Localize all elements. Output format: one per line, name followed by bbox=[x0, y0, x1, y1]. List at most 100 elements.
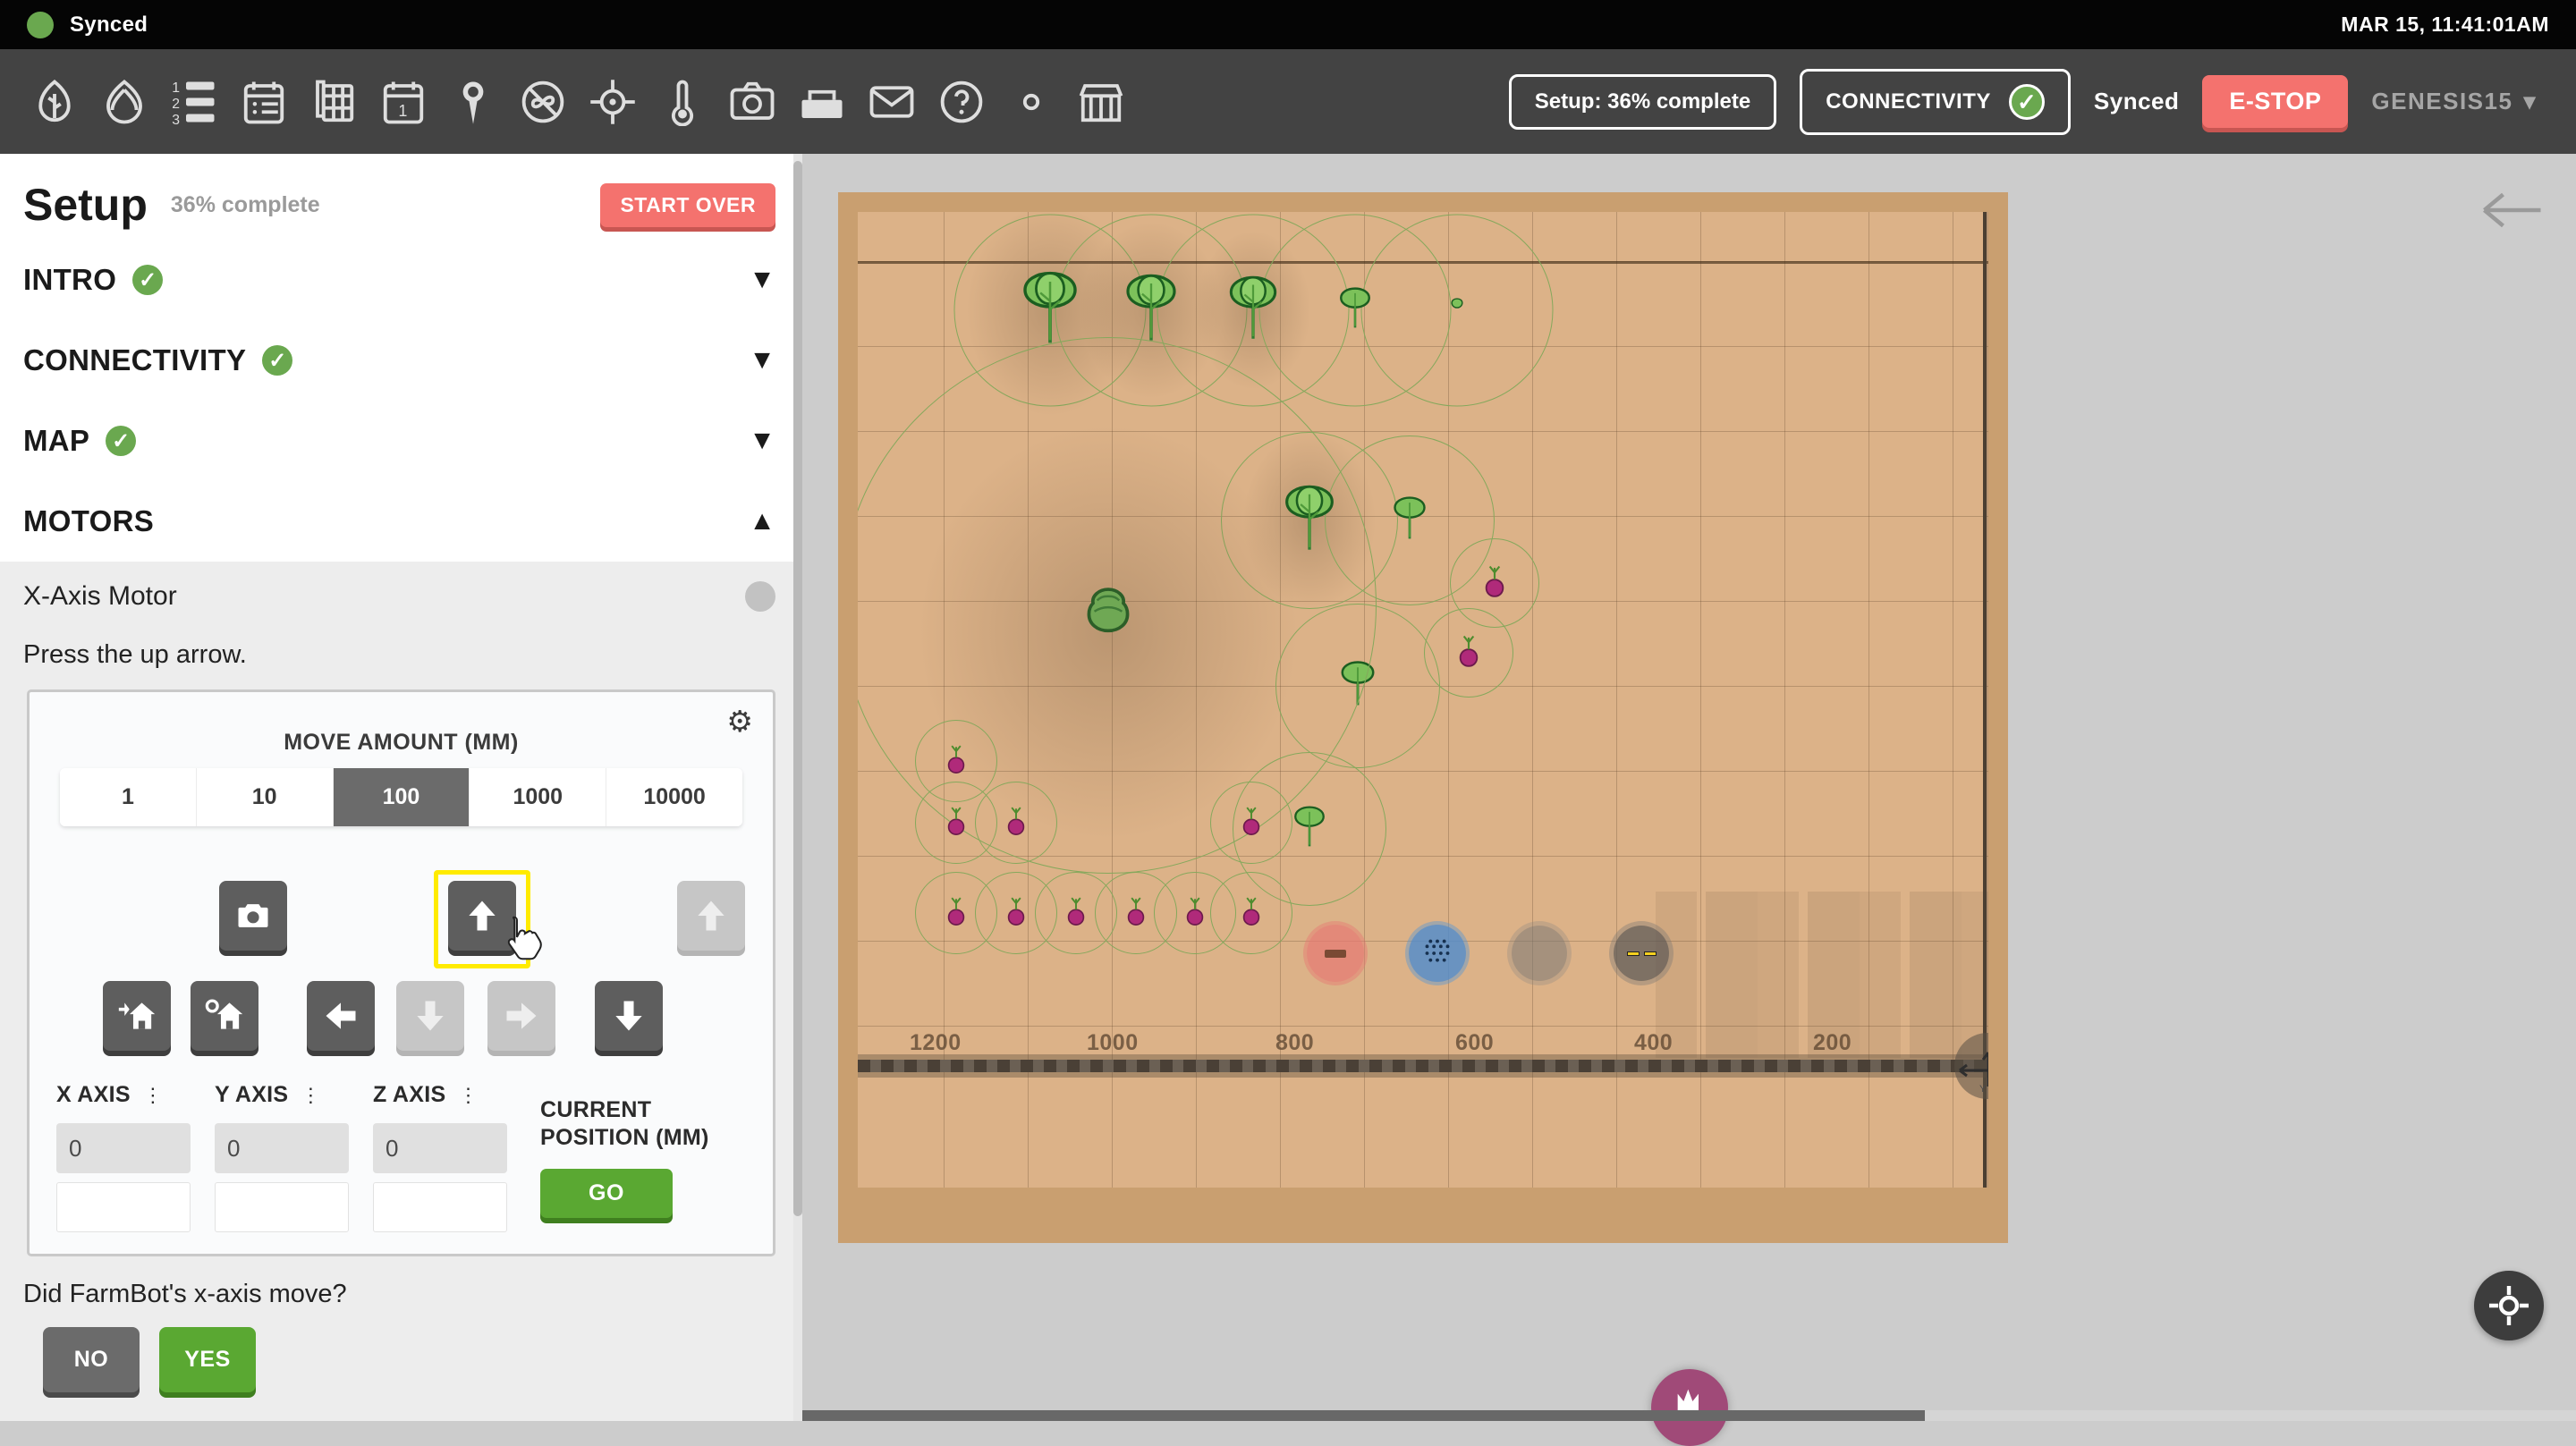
ordered-list-icon[interactable]: 1 2 3 bbox=[159, 67, 229, 137]
messages-envelope-icon[interactable] bbox=[857, 67, 927, 137]
motor-step-status-dot[interactable] bbox=[745, 581, 775, 612]
panel-scrollbar-track[interactable] bbox=[793, 154, 802, 1421]
curves-icon[interactable] bbox=[299, 67, 369, 137]
plant-spinach[interactable] bbox=[1224, 275, 1283, 346]
soil-area[interactable]: 1000 800 600 400 200 1200 1000 800 600 4… bbox=[858, 212, 1988, 1188]
back-arrow-icon[interactable] bbox=[2481, 185, 2544, 235]
y-axis-input[interactable] bbox=[215, 1182, 349, 1232]
yes-button[interactable]: YES bbox=[159, 1327, 256, 1392]
plant-spinach[interactable] bbox=[1336, 287, 1374, 334]
map-horizontal-scrollbar-track[interactable] bbox=[802, 1410, 2576, 1421]
plant-beet[interactable] bbox=[943, 895, 970, 932]
sidebar-item-connectivity[interactable]: CONNECTIVITY ✓ ▼ bbox=[0, 320, 802, 401]
empty-slot[interactable] bbox=[1512, 926, 1567, 981]
motor-step-title: X-Axis Motor bbox=[23, 581, 177, 612]
plant-beet[interactable] bbox=[1003, 895, 1030, 932]
sensors-thermometer-icon[interactable] bbox=[648, 67, 717, 137]
move-amount-option-1000[interactable]: 1000 bbox=[470, 768, 606, 826]
help-question-icon[interactable] bbox=[927, 67, 996, 137]
controls-target-icon[interactable] bbox=[578, 67, 648, 137]
jog-button-grid bbox=[47, 850, 755, 1073]
plant-beet[interactable] bbox=[1479, 563, 1510, 604]
y-axis-readout: 0 bbox=[215, 1123, 349, 1173]
gear-icon[interactable]: ⚙ bbox=[726, 706, 753, 736]
move-amount-option-100[interactable]: 100 bbox=[334, 768, 470, 826]
jog-x-left-button[interactable] bbox=[307, 981, 375, 1051]
take-photo-button[interactable] bbox=[219, 881, 287, 951]
connectivity-pill[interactable]: CONNECTIVITY ✓ bbox=[1800, 69, 2071, 135]
sync-status-dot bbox=[27, 12, 54, 38]
start-over-button[interactable]: START OVER bbox=[600, 183, 775, 227]
point-pin-icon[interactable] bbox=[438, 67, 508, 137]
plant-spinach[interactable] bbox=[1390, 496, 1429, 545]
panel-scrollbar-thumb[interactable] bbox=[793, 161, 802, 1216]
calendar-events-icon[interactable]: 1 bbox=[369, 67, 438, 137]
y-axis-menu-icon[interactable]: ⋮ bbox=[301, 1088, 320, 1102]
move-amount-option-10000[interactable]: 10000 bbox=[606, 768, 742, 826]
go-home-button[interactable] bbox=[103, 981, 171, 1051]
jog-x-right-button[interactable] bbox=[487, 981, 555, 1051]
center-map-button[interactable] bbox=[2474, 1271, 2544, 1340]
plant-beet[interactable] bbox=[943, 805, 970, 841]
jog-y-down-button[interactable] bbox=[396, 981, 464, 1051]
seeder-slot[interactable] bbox=[1307, 925, 1364, 982]
section-complete-check-icon: ✓ bbox=[262, 345, 292, 376]
chevron-up-icon: ▲ bbox=[749, 508, 775, 535]
plant-panel-handle[interactable] bbox=[1651, 1369, 1728, 1446]
setup-wizard-panel: Setup 36% complete START OVER INTRO ✓ ▼ … bbox=[0, 154, 802, 1421]
no-button[interactable]: NO bbox=[43, 1327, 140, 1392]
settings-gear-icon[interactable] bbox=[996, 67, 1066, 137]
plant-spinach[interactable] bbox=[1120, 274, 1182, 348]
current-position-column: CURRENT POSITION (MM) GO bbox=[540, 1082, 719, 1218]
e-stop-button[interactable]: E-STOP bbox=[2202, 75, 2348, 128]
plant-beet[interactable] bbox=[1123, 895, 1149, 932]
plant-beet[interactable] bbox=[1238, 805, 1265, 841]
jog-y-up-button[interactable] bbox=[448, 881, 516, 951]
move-amount-selector: 1 10 100 1000 10000 bbox=[60, 768, 742, 826]
weeder-slot[interactable] bbox=[1614, 926, 1669, 981]
plant-spinach[interactable] bbox=[1448, 298, 1466, 324]
jog-z-up-button[interactable] bbox=[677, 881, 745, 951]
z-axis-menu-icon[interactable]: ⋮ bbox=[458, 1088, 478, 1102]
plant-beet[interactable] bbox=[1238, 895, 1265, 932]
plant-beet[interactable] bbox=[943, 743, 970, 780]
sidebar-item-intro[interactable]: INTRO ✓ ▼ bbox=[0, 240, 802, 320]
plant-beet[interactable] bbox=[1453, 633, 1484, 673]
map-horizontal-scrollbar-thumb[interactable] bbox=[802, 1410, 1925, 1421]
photos-camera-icon[interactable] bbox=[717, 67, 787, 137]
tools-icon[interactable] bbox=[787, 67, 857, 137]
section-label-intro: INTRO bbox=[23, 263, 116, 297]
weeds-icon[interactable] bbox=[508, 67, 578, 137]
plant-spinach[interactable] bbox=[1016, 271, 1084, 351]
jog-z-down-button[interactable] bbox=[595, 981, 663, 1051]
watering-nozzle-slot[interactable] bbox=[1409, 925, 1466, 982]
x-tick-1200: 1200 bbox=[910, 1030, 962, 1056]
x-axis-input[interactable] bbox=[56, 1182, 191, 1232]
setup-progress-pill[interactable]: Setup: 36% complete bbox=[1509, 74, 1776, 130]
move-amount-option-1[interactable]: 1 bbox=[60, 768, 197, 826]
move-amount-option-10[interactable]: 10 bbox=[197, 768, 334, 826]
plant-spinach[interactable] bbox=[1291, 806, 1328, 853]
go-button[interactable]: GO bbox=[540, 1169, 673, 1218]
find-home-button[interactable] bbox=[191, 981, 258, 1051]
motor-step-header: X-Axis Motor bbox=[0, 562, 802, 624]
plant-beet[interactable] bbox=[1063, 895, 1089, 932]
x-axis-label: X AXIS bbox=[56, 1082, 131, 1108]
plant-broccoli[interactable] bbox=[1075, 571, 1141, 641]
plant-beet[interactable] bbox=[1003, 805, 1030, 841]
plant-icon[interactable] bbox=[20, 67, 89, 137]
device-account-menu[interactable]: GENESIS15 ▾ bbox=[2371, 88, 2537, 115]
chevron-down-icon: ▼ bbox=[749, 266, 775, 293]
regimen-icon[interactable] bbox=[229, 67, 299, 137]
farmware-icon[interactable] bbox=[1066, 67, 1136, 137]
sidebar-item-map[interactable]: MAP ✓ ▼ bbox=[0, 401, 802, 481]
plant-beet[interactable] bbox=[1182, 895, 1208, 932]
z-axis-column: Z AXIS ⋮ 0 bbox=[373, 1082, 507, 1232]
sequence-icon[interactable] bbox=[89, 67, 159, 137]
z-axis-input[interactable] bbox=[373, 1182, 507, 1232]
x-axis-menu-icon[interactable]: ⋮ bbox=[143, 1088, 163, 1102]
move-amount-label: MOVE AMOUNT (MM) bbox=[47, 730, 755, 756]
garden-bed[interactable]: 1000 800 600 400 200 1200 1000 800 600 4… bbox=[838, 192, 2008, 1243]
section-label-motors: MOTORS bbox=[23, 504, 154, 538]
sidebar-item-motors[interactable]: MOTORS ▲ bbox=[0, 481, 802, 562]
